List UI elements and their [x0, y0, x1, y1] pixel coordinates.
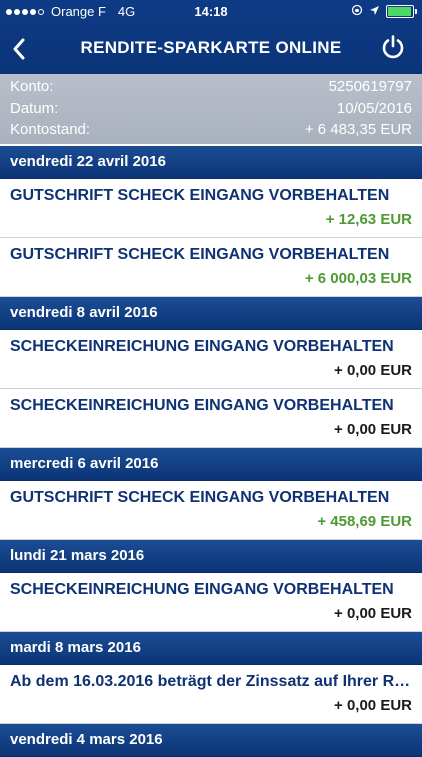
- transaction-row[interactable]: GUTSCHRIFT SCHECK EINGANG VORBEHALTEN + 6…: [0, 238, 422, 297]
- transaction-row[interactable]: SCHECKEINREICHUNG EINGANG VORBEHALTEN + 0…: [0, 389, 422, 448]
- transaction-amount: + 0,00 EUR: [334, 605, 412, 622]
- page-title: RENDITE-SPARKARTE ONLINE: [80, 38, 342, 57]
- transaction-description: GUTSCHRIFT SCHECK EINGANG VORBEHALTEN: [10, 187, 390, 204]
- account-summary: Konto: 5250619797 Datum: 10/05/2016 Kont…: [0, 74, 422, 144]
- date-header: lundi 21 mars 2016: [0, 540, 422, 573]
- transaction-description: GUTSCHRIFT SCHECK EINGANG VORBEHALTEN: [10, 246, 390, 263]
- transaction-row[interactable]: GUTSCHRIFT SCHECK EINGANG VORBEHALTEN + 1…: [0, 179, 422, 238]
- date-header: mercredi 6 avril 2016: [0, 448, 422, 481]
- kontostand-row: Kontostand: + 6 483,35 EUR: [10, 121, 412, 141]
- transaction-amount: + 0,00 EUR: [334, 697, 412, 714]
- transaction-amount: + 458,69 EUR: [317, 513, 412, 530]
- transaction-description: Ab dem 16.03.2016 beträgt der Zinssatz a…: [10, 673, 412, 690]
- konto-row: Konto: 5250619797: [10, 78, 412, 98]
- kontostand-value: + 6 483,35 EUR: [304, 121, 412, 138]
- date-header: mardi 8 mars 2016: [0, 632, 422, 665]
- transaction-row[interactable]: GUTSCHRIFT SCHECK EINGANG VORBEHALTEN + 4…: [0, 481, 422, 540]
- status-right: [351, 4, 417, 19]
- transaction-amount: + 6 000,03 EUR: [304, 270, 412, 287]
- transaction-description: SCHECKEINREICHUNG EINGANG VORBEHALTEN: [10, 397, 394, 414]
- konto-value: 5250619797: [328, 78, 412, 95]
- date-header: vendredi 22 avril 2016: [0, 146, 422, 179]
- power-icon: [382, 35, 404, 59]
- status-bar: Orange F 4G 14:18: [0, 0, 422, 24]
- transaction-description: SCHECKEINREICHUNG EINGANG VORBEHALTEN: [10, 338, 394, 355]
- transaction-list: vendredi 22 avril 2016 GUTSCHRIFT SCHECK …: [0, 146, 422, 757]
- location-arrow-icon: [369, 4, 380, 19]
- orientation-lock-icon: [351, 4, 363, 19]
- transaction-description: SCHECKEINREICHUNG EINGANG VORBEHALTEN: [10, 581, 394, 598]
- transaction-amount: + 0,00 EUR: [334, 421, 412, 438]
- konto-label: Konto:: [10, 78, 54, 95]
- logout-button[interactable]: [380, 34, 406, 60]
- transaction-amount: + 0,00 EUR: [334, 362, 412, 379]
- transaction-row[interactable]: SCHECKEINREICHUNG EINGANG VORBEHALTEN + 0…: [0, 573, 422, 632]
- top-bar: Orange F 4G 14:18 RENDITE-SPARKARTE ONLI…: [0, 0, 422, 74]
- datum-label: Datum:: [10, 100, 59, 117]
- nav-bar: RENDITE-SPARKARTE ONLINE: [0, 24, 422, 74]
- transaction-row[interactable]: Ab dem 16.03.2016 beträgt der Zinssatz a…: [0, 665, 422, 724]
- datum-value: 10/05/2016: [336, 100, 412, 117]
- transaction-row[interactable]: SCHECKEINREICHUNG EINGANG VORBEHALTEN + 0…: [0, 330, 422, 389]
- datum-row: Datum: 10/05/2016: [10, 100, 412, 120]
- date-header: vendredi 4 mars 2016: [0, 724, 422, 757]
- battery-icon: [386, 5, 417, 18]
- transaction-description: GUTSCHRIFT SCHECK EINGANG VORBEHALTEN: [10, 489, 390, 506]
- date-header: vendredi 8 avril 2016: [0, 297, 422, 330]
- kontostand-label: Kontostand:: [10, 121, 91, 138]
- transaction-amount: + 12,63 EUR: [325, 211, 412, 228]
